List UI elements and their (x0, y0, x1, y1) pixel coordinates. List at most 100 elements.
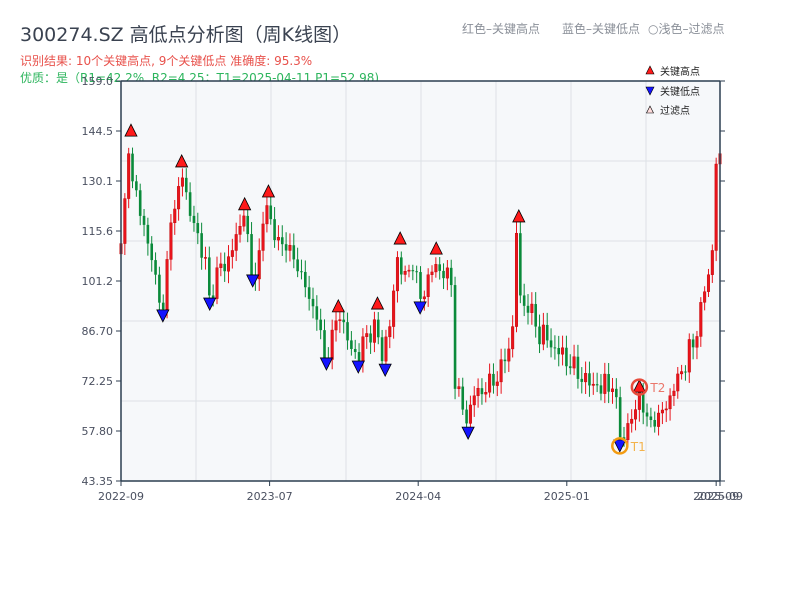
candle-body (580, 378, 584, 382)
candle-body (158, 274, 161, 303)
y-tick-label: 144.5 (82, 125, 114, 138)
candle-body (472, 395, 476, 406)
x-tick-label: 2022-09 (98, 490, 144, 503)
candle-body (541, 324, 545, 345)
candle-body (684, 371, 687, 373)
candle-body (269, 205, 273, 220)
legend-label: 关键高点 (660, 65, 700, 78)
candle-body (584, 373, 588, 383)
candle-body (215, 267, 219, 299)
candle-body (334, 320, 338, 331)
candle-body (488, 373, 492, 393)
candle-body (557, 348, 561, 355)
candle-body (357, 352, 361, 362)
candle-body (468, 404, 472, 424)
candle-body (388, 326, 392, 338)
candle-body (169, 222, 173, 260)
candle-body (338, 319, 342, 321)
candle-body (350, 340, 353, 349)
candle-body (461, 386, 465, 410)
candle-body (522, 295, 526, 306)
candle-body (561, 347, 565, 355)
candle-body (538, 326, 541, 345)
candle-body (131, 153, 134, 182)
annotation-label-t1: T1 (630, 440, 646, 454)
x-tick-label: 2025-09 (697, 490, 743, 503)
candle-body (507, 348, 511, 362)
candle-body (142, 215, 146, 225)
candle-body (230, 250, 234, 257)
y-tick-label: 159.0 (82, 75, 114, 88)
candle-body (553, 347, 557, 349)
candle-body (618, 397, 622, 438)
candle-body (292, 245, 296, 260)
candle-body (422, 296, 426, 300)
candle-body (380, 337, 384, 362)
candle-body (714, 163, 718, 251)
candle-body (407, 269, 411, 272)
candle-body (484, 392, 488, 395)
candle-body (465, 409, 468, 424)
candle-body (173, 208, 177, 224)
candle-body (361, 336, 365, 362)
candle-body (603, 373, 607, 394)
y-tick-label: 57.80 (82, 425, 114, 438)
candle-body (330, 329, 334, 360)
candle-body (565, 347, 568, 367)
candle-body (419, 272, 422, 299)
candle-body (180, 177, 184, 187)
candle-body (503, 359, 507, 362)
candle-body (572, 356, 576, 369)
candle-body (284, 244, 288, 251)
candle-body (196, 223, 200, 234)
candle-body (261, 223, 265, 251)
candle-body (161, 302, 165, 310)
candle-body (480, 388, 484, 395)
candle-body (392, 290, 396, 327)
candle-body (384, 336, 388, 362)
candle-body (645, 412, 649, 417)
candle-body (146, 224, 150, 244)
candle-body (519, 233, 522, 296)
candle-body (154, 260, 157, 275)
candle-body (534, 304, 537, 327)
candle-body (514, 232, 518, 327)
y-tick-label: 43.35 (82, 475, 114, 488)
candle-body (649, 416, 653, 420)
candle-body (568, 366, 572, 369)
candle-body (403, 271, 407, 275)
x-tick-label: 2023-07 (247, 490, 293, 503)
y-tick-label: 86.70 (82, 325, 114, 338)
candle-body (492, 373, 495, 386)
candle-body (265, 205, 269, 225)
candle-body (699, 302, 703, 337)
candle-body (430, 271, 434, 275)
candle-body (672, 390, 676, 396)
candle-body (530, 303, 534, 313)
candle-body (630, 418, 634, 424)
candle-body (238, 226, 242, 235)
candle-body (395, 257, 399, 292)
candle-body (188, 192, 192, 216)
candle-body (200, 233, 203, 258)
candle-body (615, 388, 618, 398)
candle-body (304, 271, 307, 288)
candle-body (526, 305, 530, 313)
candle-body (426, 274, 430, 297)
candle-body (353, 348, 357, 353)
candle-body (664, 408, 668, 411)
y-tick-label: 115.6 (82, 225, 114, 238)
annotation-label-t2: T2 (649, 381, 665, 395)
candle-body (288, 245, 292, 251)
candle-body (687, 339, 691, 373)
candle-body (203, 257, 207, 259)
candle-body (127, 153, 131, 199)
candle-body (411, 270, 415, 272)
candle-body (545, 324, 549, 341)
candle-body (319, 319, 322, 331)
candle-body (660, 409, 664, 414)
candle-body (227, 256, 231, 272)
candle-body (165, 259, 169, 310)
candle-body (449, 267, 453, 286)
candle-body (150, 243, 154, 261)
